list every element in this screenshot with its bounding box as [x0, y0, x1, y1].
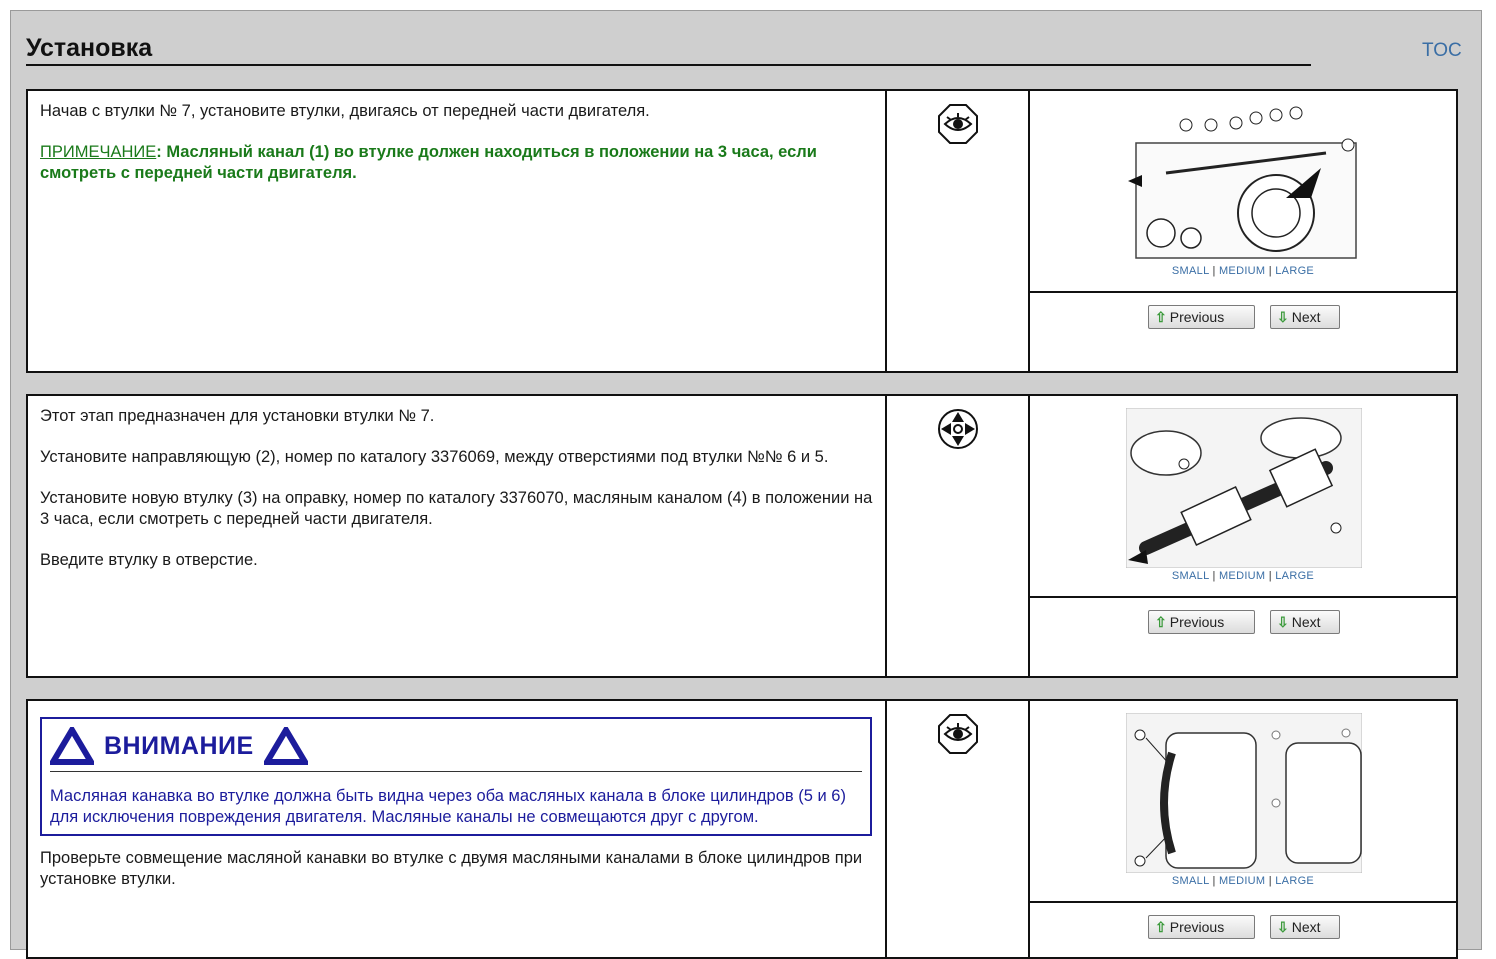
warning-title: ВНИМАНИЕ: [104, 731, 254, 760]
previous-button[interactable]: ⇧ Previous: [1148, 305, 1255, 329]
page-title: Установка: [26, 34, 153, 62]
next-button[interactable]: ⇩ Next: [1270, 305, 1340, 329]
size-medium-link[interactable]: MEDIUM: [1219, 875, 1265, 887]
step-image-cell: SMALL | MEDIUM | LARGE ⇧ Previous ⇩ Next: [1030, 396, 1456, 676]
arrow-up-icon: ⇧: [1155, 309, 1167, 325]
step-row-3: ВНИМАНИЕ Масляная канавка во втулке долж…: [26, 699, 1458, 959]
oil-groove-illustration[interactable]: [1126, 713, 1362, 873]
image-size-links: SMALL | MEDIUM | LARGE: [1171, 875, 1315, 887]
previous-button[interactable]: ⇧ Previous: [1148, 610, 1255, 634]
step-paragraph: Введите втулку в отверстие.: [40, 551, 258, 569]
step-paragraph: Начав с втулки № 7, установите втулки, д…: [40, 102, 650, 120]
warning-box: ВНИМАНИЕ Масляная канавка во втулке долж…: [40, 717, 872, 836]
nav-buttons-panel: ⇧ Previous ⇩ Next: [1030, 903, 1456, 957]
arrow-down-icon: ⇩: [1277, 614, 1289, 630]
size-large-link[interactable]: LARGE: [1275, 265, 1314, 277]
step-text-cell: ВНИМАНИЕ Масляная канавка во втулке долж…: [28, 701, 887, 957]
eye-icon: [937, 713, 979, 755]
size-small-link[interactable]: SMALL: [1172, 570, 1209, 582]
step-image-cell: SMALL | MEDIUM | LARGE ⇧ Previous ⇩ Next: [1030, 701, 1456, 957]
step-text-cell: Начав с втулки № 7, установите втулки, д…: [28, 91, 887, 371]
size-large-link[interactable]: LARGE: [1275, 570, 1314, 582]
warning-triangle-icon: [50, 727, 94, 765]
step-icon-cell: [887, 701, 1030, 957]
note-block: ПРИМЕЧАНИЕ: Масляный канал (1) во втулке…: [40, 142, 873, 184]
note-label: ПРИМЕЧАНИЕ: [40, 143, 157, 161]
note-text: : Масляный канал (1) во втулке должен на…: [40, 143, 817, 182]
step-icon-cell: [887, 396, 1030, 676]
illustration-panel: SMALL | MEDIUM | LARGE: [1030, 701, 1456, 903]
size-small-link[interactable]: SMALL: [1172, 265, 1209, 277]
toc-link[interactable]: TOC: [1422, 40, 1462, 62]
illustration-panel: SMALL | MEDIUM | LARGE: [1030, 396, 1456, 598]
previous-button[interactable]: ⇧ Previous: [1148, 915, 1255, 939]
warning-triangle-icon: [263, 727, 308, 765]
size-medium-link[interactable]: MEDIUM: [1219, 570, 1265, 582]
size-large-link[interactable]: LARGE: [1275, 875, 1314, 887]
image-size-links: SMALL | MEDIUM | LARGE: [1171, 570, 1315, 582]
step-paragraph: Проверьте совмещение масляной канавки во…: [40, 849, 863, 888]
size-small-link[interactable]: SMALL: [1172, 875, 1209, 887]
arrow-up-icon: ⇧: [1155, 919, 1167, 935]
engine-illustration[interactable]: [1126, 103, 1362, 263]
warning-header: ВНИМАНИЕ: [50, 727, 862, 772]
next-button[interactable]: ⇩ Next: [1270, 610, 1340, 634]
step-text-cell: Этот этап предназначен для установки вту…: [28, 396, 887, 676]
nav-buttons-panel: ⇧ Previous ⇩ Next: [1030, 293, 1456, 371]
step-paragraph: Установите направляющую (2), номер по ка…: [40, 448, 829, 466]
size-medium-link[interactable]: MEDIUM: [1219, 265, 1265, 277]
step-row-2: Этот этап предназначен для установки вту…: [26, 394, 1458, 678]
tools-icon: [937, 408, 979, 450]
step-row-1: Начав с втулки № 7, установите втулки, д…: [26, 89, 1458, 373]
step-paragraph: Этот этап предназначен для установки вту…: [40, 407, 435, 425]
arrow-down-icon: ⇩: [1277, 309, 1289, 325]
warning-text: Масляная канавка во втулке должна быть в…: [50, 787, 846, 826]
step-paragraph: Установите новую втулку (3) на оправку, …: [40, 489, 873, 528]
image-size-links: SMALL | MEDIUM | LARGE: [1171, 265, 1315, 277]
bushing-tool-illustration[interactable]: [1126, 408, 1362, 568]
arrow-up-icon: ⇧: [1155, 614, 1167, 630]
nav-buttons-panel: ⇧ Previous ⇩ Next: [1030, 598, 1456, 676]
step-icon-cell: [887, 91, 1030, 371]
eye-icon: [937, 103, 979, 145]
arrow-down-icon: ⇩: [1277, 919, 1289, 935]
illustration-panel: SMALL | MEDIUM | LARGE: [1030, 91, 1456, 293]
title-divider: [26, 64, 1311, 66]
step-image-cell: SMALL | MEDIUM | LARGE ⇧ Previous ⇩ Next: [1030, 91, 1456, 371]
next-button[interactable]: ⇩ Next: [1270, 915, 1340, 939]
